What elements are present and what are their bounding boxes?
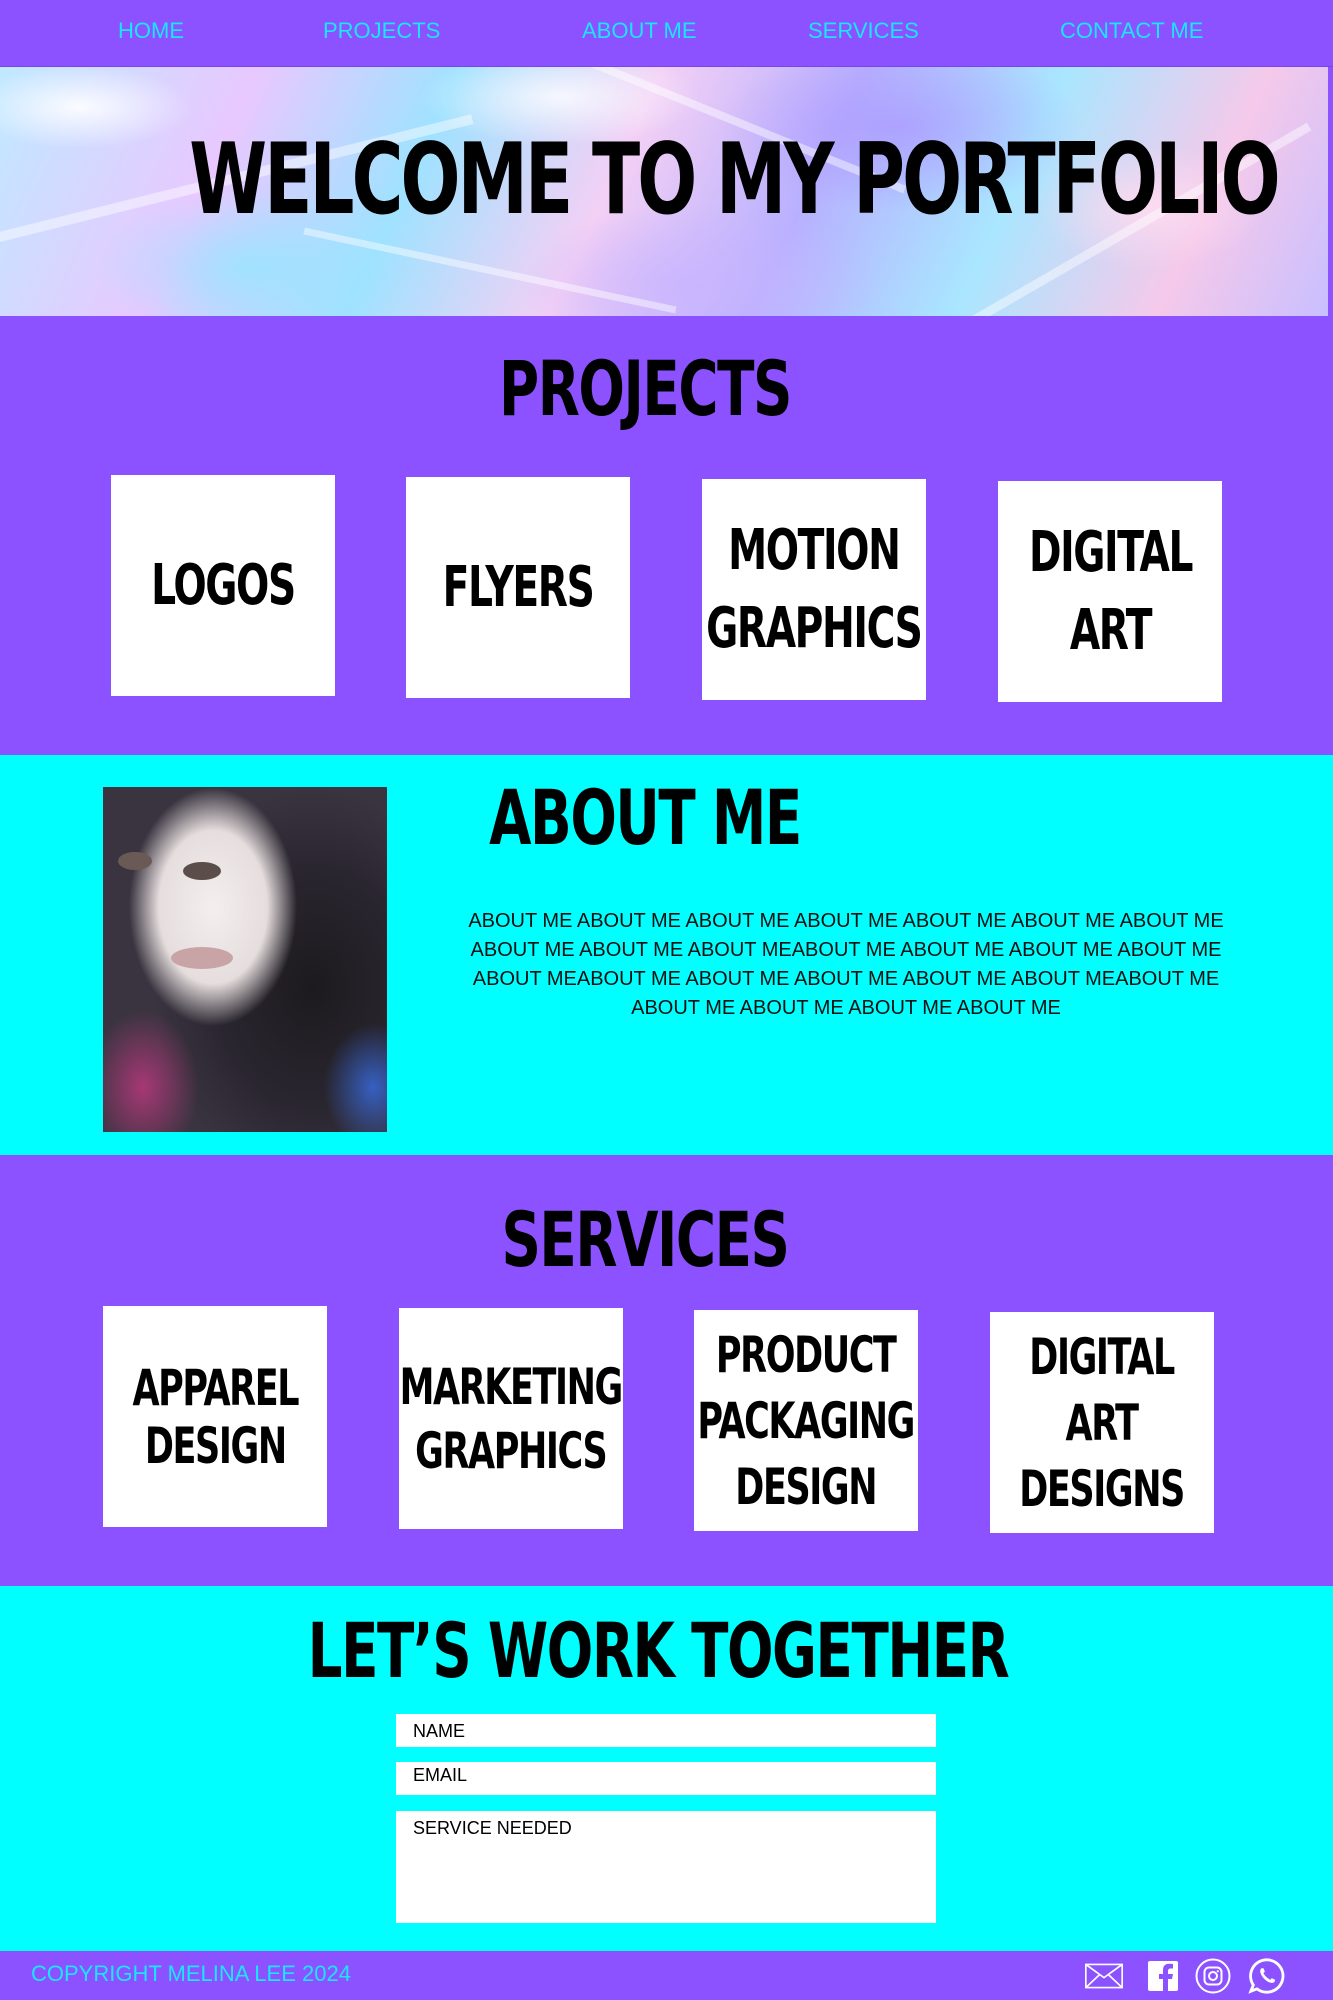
project-card-label: DIGITAL ART [1028,519,1193,663]
photo-eye [118,852,152,870]
contact-section: LET’S WORK TOGETHER NAME EMAIL SERVICE N… [0,1586,1333,1951]
projects-section: PROJECTS LOGOS FLYERS MOTION GRAPHICS DI… [0,316,1333,755]
project-card-label: MOTION GRAPHICS [706,517,923,661]
name-field[interactable]: NAME [396,1714,936,1747]
hero-banner: WELCOME TO MY PORTFOLIO [0,67,1328,316]
service-card-label: PRODUCT PACKAGING DESIGN [697,1325,916,1516]
services-heading: SERVICES [501,1195,790,1284]
photo-lips [171,947,233,969]
email-field[interactable]: EMAIL [396,1762,936,1795]
projects-heading: PROJECTS [499,344,792,433]
nav-home-link[interactable]: HOME [118,18,184,44]
hero-highlight [303,227,677,314]
contact-heading: LET’S WORK TOGETHER [307,1606,1010,1695]
service-card-product-packaging-design[interactable]: PRODUCT PACKAGING DESIGN [694,1310,918,1531]
nav-about-link[interactable]: ABOUT ME [582,18,697,44]
project-card-label: LOGOS [151,552,296,618]
project-card-label: FLYERS [442,554,595,620]
instagram-icon[interactable] [1194,1958,1232,1994]
service-card-apparel-design[interactable]: APPAREL DESIGN [103,1306,327,1527]
facebook-icon[interactable] [1144,1958,1182,1994]
service-card-digital-art-designs[interactable]: DIGITAL ART DESIGNS [990,1312,1214,1533]
nav-contact-link[interactable]: CONTACT ME [1060,18,1203,44]
project-card-digital-art[interactable]: DIGITAL ART [998,481,1222,702]
project-card-flyers[interactable]: FLYERS [406,477,630,698]
profile-photo [103,787,387,1132]
service-needed-field[interactable]: SERVICE NEEDED [396,1811,936,1923]
project-card-motion-graphics[interactable]: MOTION GRAPHICS [702,479,926,700]
service-card-label: DIGITAL ART DESIGNS [1019,1327,1186,1518]
top-navigation: HOME PROJECTS ABOUT ME SERVICES CONTACT … [0,0,1333,67]
services-section: SERVICES APPAREL DESIGN MARKETING GRAPHI… [0,1155,1333,1586]
project-card-logos[interactable]: LOGOS [111,475,335,696]
about-body-text: ABOUT ME ABOUT ME ABOUT ME ABOUT ME ABOU… [468,910,1224,1019]
service-card-label: MARKETING GRAPHICS [399,1357,624,1480]
copyright-text: COPYRIGHT MELINA LEE 2024 [31,1961,351,1986]
service-card-marketing-graphics[interactable]: MARKETING GRAPHICS [399,1308,624,1529]
service-needed-field-label: SERVICE NEEDED [413,1818,572,1838]
name-field-label: NAME [413,1721,466,1741]
whatsapp-icon[interactable] [1248,1958,1286,1994]
mail-icon[interactable] [1085,1958,1123,1994]
nav-services-link[interactable]: SERVICES [808,18,919,44]
hero-title: WELCOME TO MY PORTFOLIO [189,123,1280,237]
footer: COPYRIGHT MELINA LEE 2024 [0,1951,1333,2000]
email-field-label: EMAIL [413,1765,468,1785]
nav-projects-link[interactable]: PROJECTS [323,18,440,44]
service-card-label: APPAREL DESIGN [132,1358,299,1475]
photo-eye [183,862,221,880]
